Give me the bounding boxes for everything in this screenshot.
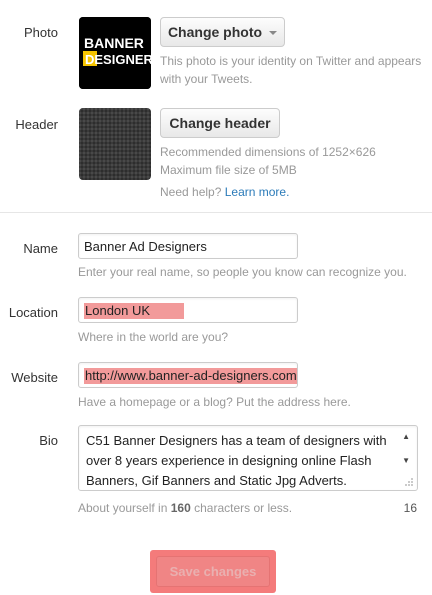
section-divider [0, 212, 432, 213]
location-input[interactable]: London UK [78, 297, 298, 323]
bio-textarea-value: C51 Banner Designers has a team of desig… [86, 431, 394, 491]
photo-help: This photo is your identity on Twitter a… [160, 52, 432, 88]
bio-help-suffix: characters or less. [194, 501, 293, 515]
change-photo-button[interactable]: Change photo [160, 17, 285, 47]
change-header-button[interactable]: Change header [160, 108, 280, 138]
profile-photo[interactable]: BANNER DESIGNERS [79, 17, 151, 89]
location-label: Location [8, 305, 58, 320]
photo-help-line1: This photo is your identity on Twitter a… [160, 54, 422, 68]
name-input[interactable]: Banner Ad Designers [78, 233, 298, 259]
logo-text-designers: DESIGNERS [85, 52, 151, 67]
save-changes-button[interactable]: Save changes [156, 556, 270, 587]
bio-textarea[interactable]: C51 Banner Designers has a team of desig… [78, 425, 418, 491]
photo-help-line2: with your Tweets. [160, 72, 253, 86]
header-help-line2: Maximum file size of 5MB [160, 163, 297, 177]
bio-help-count: 160 [170, 501, 191, 515]
need-help-text: Need help? [160, 185, 222, 199]
bio-line2: over 8 years experience in designing onl… [86, 453, 372, 468]
scroll-up-icon[interactable]: ▲ [402, 432, 410, 441]
photo-label: Photo [24, 25, 58, 40]
change-header-label: Change header [169, 115, 271, 131]
save-highlight: Save changes [150, 550, 276, 593]
chevron-down-icon [269, 31, 278, 35]
name-help: Enter your real name, so people you know… [78, 265, 407, 279]
header-label: Header [15, 117, 58, 132]
banner-designers-logo: BANNER DESIGNERS [79, 17, 151, 89]
bio-help: About yourself in 160 characters or less… [78, 499, 292, 517]
header-help: Recommended dimensions of 1252×626 Maxim… [160, 143, 432, 201]
bio-remaining-count: 16 [403, 501, 417, 515]
location-help: Where in the world are you? [78, 330, 229, 344]
bio-line3: Banners, Gif Banners and Static Jpg Adve… [86, 473, 347, 488]
bio-help-prefix: About yourself in [78, 501, 168, 515]
website-help: Have a homepage or a blog? Put the addre… [78, 395, 351, 409]
bio-label: Bio [39, 433, 58, 448]
website-label: Website [11, 370, 58, 385]
bio-line1: C51 Banner Designers has a team of desig… [86, 433, 387, 448]
logo-text-banner: BANNER [84, 35, 144, 51]
header-help-line1: Recommended dimensions of 1252×626 [160, 145, 376, 159]
header-image[interactable] [79, 108, 151, 180]
website-input-value: http://www.banner-ad-designers.com [84, 368, 297, 384]
scroll-down-icon[interactable]: ▼ [402, 456, 410, 465]
name-input-value: Banner Ad Designers [84, 239, 207, 254]
resize-grip-icon[interactable] [404, 477, 414, 487]
learn-more-link[interactable]: Learn more. [225, 185, 290, 199]
change-photo-label: Change photo [167, 24, 263, 40]
location-input-value: London UK [84, 303, 185, 319]
name-label: Name [23, 241, 58, 256]
website-input[interactable]: http://www.banner-ad-designers.com [78, 362, 298, 388]
